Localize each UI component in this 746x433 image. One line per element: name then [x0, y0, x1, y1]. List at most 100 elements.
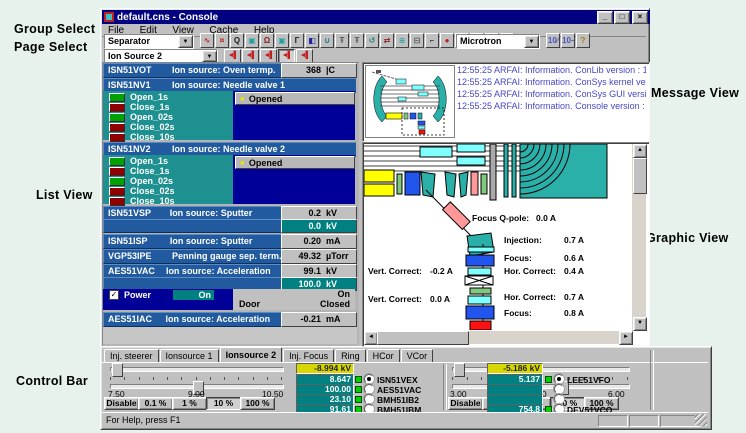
group-select-combo[interactable]: Separator ▼ — [104, 34, 194, 49]
list-item-vgp53ipe[interactable]: VGP53IPE Penning gauge sep. term. 49.32 … — [103, 249, 357, 263]
dipole-icon[interactable]: ∪ — [320, 33, 334, 48]
meter-icon[interactable]: ▣ — [275, 33, 289, 48]
close-10s-button[interactable] — [109, 197, 125, 206]
chevron-down-icon[interactable]: ▼ — [178, 35, 193, 48]
bending-magnet[interactable] — [364, 170, 394, 182]
page-first-icon[interactable]: ◄▌ — [224, 49, 241, 63]
graphic-hscrollbar[interactable]: ◄ ► — [364, 331, 632, 344]
page-select-combo[interactable]: Ion Source 2 ▼ — [104, 49, 218, 63]
focus-quad[interactable] — [466, 306, 494, 319]
title-bar[interactable]: default.cns - Console _ □ × — [102, 10, 650, 24]
extraction-element[interactable] — [420, 147, 452, 157]
channel-radio-bmh51ib2[interactable] — [364, 394, 374, 404]
channel-element[interactable] — [512, 144, 516, 197]
step-10pct-button[interactable]: 10 % — [206, 397, 241, 410]
ion-source-element[interactable] — [470, 321, 491, 330]
step-100pct-button[interactable]: 100 % — [240, 397, 275, 410]
disable-button[interactable]: Disable — [448, 397, 483, 410]
slit-element[interactable] — [421, 172, 435, 197]
maximize-button[interactable]: □ — [614, 11, 630, 24]
vscroll-thumb[interactable] — [633, 158, 647, 194]
corrector-pair[interactable] — [468, 296, 491, 304]
left-slider-coarse[interactable] — [110, 367, 284, 372]
list-item-isn51nv2[interactable]: ISN51NV2 Ion source: Needle valve 2 Open… — [103, 142, 357, 204]
slit-icon[interactable]: ⊟ — [410, 33, 424, 48]
step-0-1pct-button[interactable]: 0.1 % — [138, 397, 173, 410]
step-1pct-button[interactable]: 1 % — [172, 397, 207, 410]
extraction-element[interactable] — [457, 144, 485, 152]
tab-inj-focus[interactable]: Inj. Focus — [283, 349, 334, 362]
bending-magnet[interactable] — [364, 184, 394, 196]
list-item-aes51iac[interactable]: AES51IAC Ion source: Acceleration curre … — [103, 312, 357, 326]
tab-ring[interactable]: Ring — [335, 349, 366, 362]
extraction-element[interactable] — [457, 157, 485, 165]
page-goto-icon[interactable]: ◄▌ — [260, 49, 277, 63]
list-item-isn51vot[interactable]: ISN51VOT Ion source: Oven termp. 368 |C — [103, 63, 357, 77]
overview-thumbnail[interactable] — [365, 65, 455, 138]
close-10s-button[interactable] — [109, 133, 125, 142]
injection-magnet[interactable] — [443, 202, 471, 230]
separator-icon[interactable]: ∿ — [200, 33, 214, 48]
tab-ionsource-2[interactable]: Ionsource 2 — [220, 347, 283, 362]
list-item-isn51nv1[interactable]: ISN51NV1 Ion source: Needle valve 1 Open… — [103, 78, 357, 140]
scroll-right-icon[interactable]: ► — [619, 331, 633, 345]
close-02s-button[interactable] — [109, 123, 125, 132]
help-icon[interactable]: ? — [576, 33, 590, 48]
corrector-element[interactable] — [481, 174, 487, 194]
channel-element[interactable] — [504, 144, 508, 197]
setpoint-value[interactable]: 0.0 kV — [281, 219, 357, 233]
close-1s-button[interactable] — [109, 103, 125, 112]
disable-button[interactable]: Disable — [104, 397, 139, 410]
page-prev-icon[interactable]: ◄▌ — [242, 49, 259, 63]
left-coarse-thumb[interactable] — [112, 363, 123, 377]
valve-b-icon[interactable]: Ŧ — [350, 33, 364, 48]
resize-grip[interactable] — [695, 414, 707, 426]
chevron-down-icon[interactable]: ▼ — [524, 35, 539, 48]
close-button[interactable]: × — [632, 11, 648, 24]
channel-radio-aes51vac[interactable] — [364, 384, 374, 394]
valve-a-icon[interactable]: Ŧ — [335, 33, 349, 48]
chevron-down-icon[interactable]: ▼ — [202, 50, 217, 62]
page-current-icon[interactable]: ◄▌ — [278, 49, 295, 63]
list-item-isn51isp[interactable]: ISN51ISP Ion source: Sputter current 0.2… — [103, 234, 357, 248]
zoom-icon[interactable]: Q — [230, 33, 244, 48]
channel-radio-2[interactable] — [554, 384, 564, 394]
device-cart-icon[interactable]: ¤ — [215, 33, 229, 48]
scroll-down-icon[interactable]: ▼ — [633, 317, 647, 331]
list-item-isn51vsp[interactable]: ISN51VSP Ion source: Sputter voltage 0.2… — [103, 206, 357, 232]
list-item-aes51vac[interactable]: AES51VAC Ion source: Acceleration volta … — [103, 264, 357, 310]
stop-icon[interactable]: ● — [440, 33, 454, 48]
trend2-icon[interactable]: 10− — [561, 33, 575, 48]
minimize-button[interactable]: _ — [597, 11, 613, 24]
quadrupole-element[interactable] — [405, 172, 420, 195]
ammeter-icon[interactable]: ▣ — [245, 33, 259, 48]
inflector-element[interactable] — [467, 233, 494, 256]
scroll-up-icon[interactable]: ▲ — [633, 144, 647, 158]
crossed-element[interactable] — [465, 276, 493, 285]
monitor-element[interactable] — [471, 172, 478, 195]
corner-icon[interactable]: ⌐ — [425, 33, 439, 48]
page-next-icon[interactable]: ◄▌ — [296, 49, 313, 63]
septum-element[interactable] — [490, 144, 496, 200]
tab-vcor[interactable]: VCor — [401, 349, 434, 362]
magnet-icon[interactable]: Ω — [260, 33, 274, 48]
hscroll-thumb[interactable] — [377, 331, 469, 345]
tab-ionsource-1[interactable]: Ionsource 1 — [160, 349, 219, 362]
open-02s-button[interactable] — [109, 113, 125, 122]
power-checkbox[interactable]: ✓ — [109, 290, 119, 300]
channel-radio-isn51vex[interactable] — [364, 374, 374, 384]
corrector-element[interactable] — [397, 174, 402, 194]
scroll-left-icon[interactable]: ◄ — [364, 331, 378, 345]
slit-element[interactable] — [459, 172, 468, 197]
rotate-icon[interactable]: ↺ — [365, 33, 379, 48]
open-02s-button[interactable] — [109, 177, 125, 186]
trend1-icon[interactable]: 10∕ — [546, 33, 560, 48]
scope-icon[interactable]: Γ — [290, 33, 304, 48]
close-1s-button[interactable] — [109, 167, 125, 176]
close-02s-button[interactable] — [109, 187, 125, 196]
injection-element[interactable] — [468, 247, 494, 252]
focus-quad[interactable] — [466, 255, 494, 266]
wave-icon[interactable]: ≋ — [395, 33, 409, 48]
section-select-combo[interactable]: Microtron ▼ — [456, 34, 540, 49]
graphic-vscrollbar[interactable]: ▲ ▼ — [632, 144, 646, 331]
